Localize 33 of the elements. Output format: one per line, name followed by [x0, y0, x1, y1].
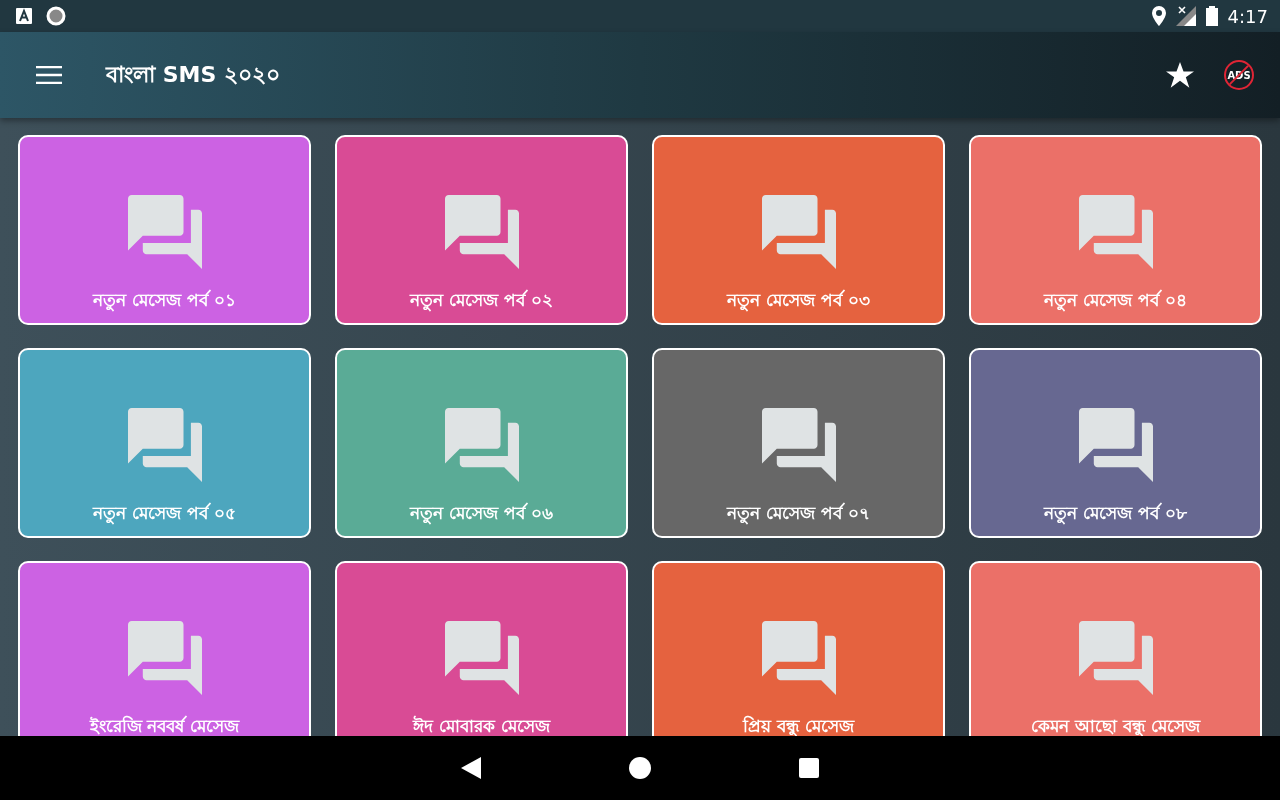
category-card[interactable]: নতুন মেসেজ পর্ব ০১	[18, 135, 311, 325]
chat-bubbles-icon	[1078, 408, 1153, 482]
chat-bubbles-icon	[127, 195, 202, 269]
chat-bubbles-icon	[444, 195, 519, 269]
chat-bubbles-icon	[127, 621, 202, 695]
notification-icon	[16, 8, 32, 24]
chat-bubbles-icon	[761, 408, 836, 482]
category-card[interactable]: নতুন মেসেজ পর্ব ০৭	[652, 348, 945, 538]
category-card[interactable]: নতুন মেসেজ পর্ব ০৫	[18, 348, 311, 538]
category-card[interactable]: ইংরেজি নববর্ষ মেসেজ	[18, 561, 311, 736]
back-icon[interactable]	[461, 757, 481, 779]
category-card[interactable]: নতুন মেসেজ পর্ব ০৬	[335, 348, 628, 538]
battery-icon	[1205, 6, 1218, 26]
category-card[interactable]: ঈদ মোবারক মেসেজ	[335, 561, 628, 736]
chat-bubbles-icon	[1078, 621, 1153, 695]
signal-icon	[1175, 6, 1196, 26]
location-icon	[1151, 6, 1166, 26]
home-icon[interactable]	[629, 757, 651, 779]
chat-bubbles-icon	[761, 195, 836, 269]
circle-icon	[46, 6, 66, 26]
chat-bubbles-icon	[761, 621, 836, 695]
category-card[interactable]: নতুন মেসেজ পর্ব ০২	[335, 135, 628, 325]
chat-bubbles-icon	[1078, 195, 1153, 269]
clock-time: 4:17	[1227, 5, 1268, 27]
menu-icon[interactable]	[36, 66, 62, 84]
category-card[interactable]: নতুন মেসেজ পর্ব ০৪	[969, 135, 1262, 325]
category-card[interactable]: নতুন মেসেজ পর্ব ০৮	[969, 348, 1262, 538]
category-card[interactable]: নতুন মেসেজ পর্ব ০৩	[652, 135, 945, 325]
chat-bubbles-icon	[127, 408, 202, 482]
app-title: বাংলা SMS ২০২০	[106, 60, 280, 89]
star-icon[interactable]	[1166, 61, 1194, 89]
chat-bubbles-icon	[444, 621, 519, 695]
chat-bubbles-icon	[444, 408, 519, 482]
